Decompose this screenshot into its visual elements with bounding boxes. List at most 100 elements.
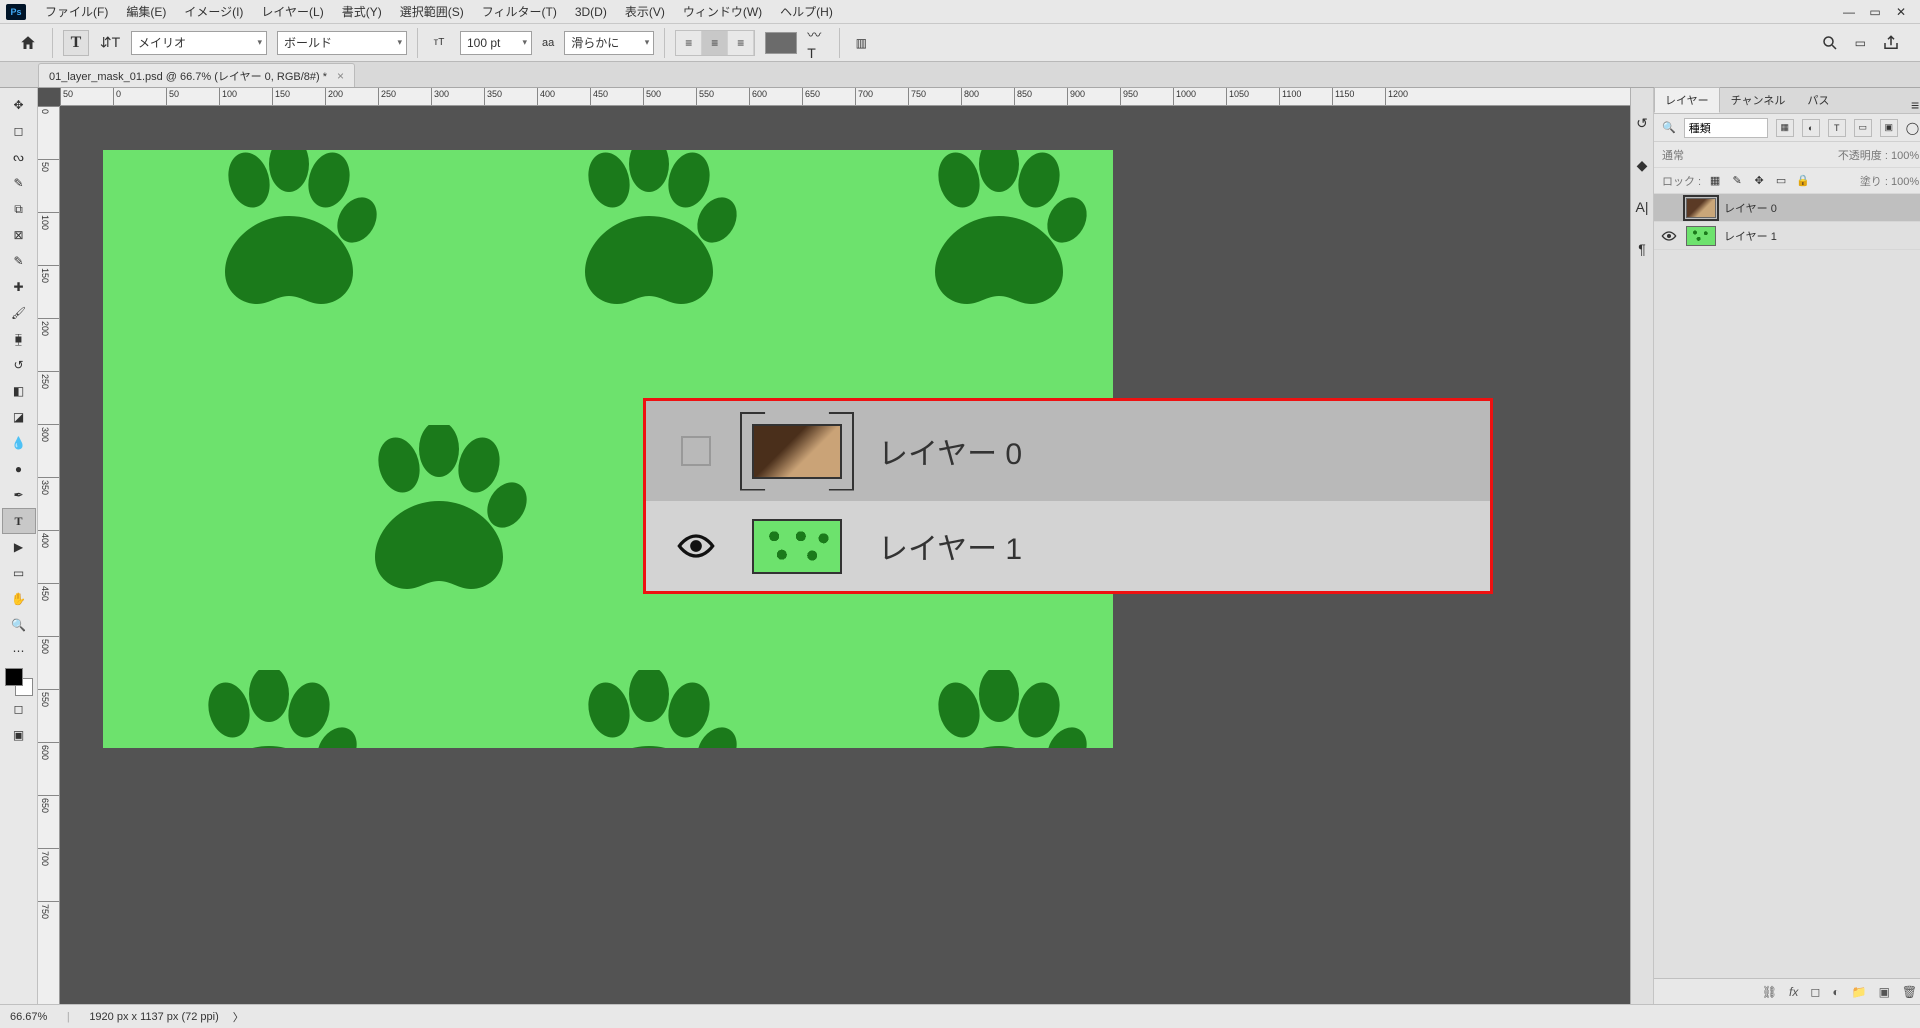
menu-filter[interactable]: フィルター(T) <box>473 3 566 20</box>
filter-toggle[interactable]: ◯ <box>1906 121 1919 135</box>
blend-mode-value[interactable]: 通常 <box>1662 147 1684 163</box>
link-layers-icon[interactable]: ⛓ <box>1762 985 1777 999</box>
healing-tool[interactable]: ✚ <box>2 274 36 300</box>
brush-tool[interactable]: 🖌 <box>2 300 36 326</box>
eyedropper-tool[interactable]: ✎ <box>2 248 36 274</box>
color-swatches[interactable] <box>5 668 33 696</box>
close-button[interactable]: ✕ <box>1888 2 1914 22</box>
layer-filter-input[interactable] <box>1684 118 1768 138</box>
dodge-tool[interactable]: ● <box>2 456 36 482</box>
opacity-value[interactable]: 100% <box>1891 150 1919 162</box>
path-select-tool[interactable]: ▶ <box>2 534 36 560</box>
lasso-tool[interactable]: ᔓ <box>2 144 36 170</box>
stamp-tool[interactable]: ⧯ <box>2 326 36 352</box>
text-color-swatch[interactable] <box>765 32 797 54</box>
layer-name[interactable]: レイヤー 1 <box>1724 228 1777 244</box>
history-brush-tool[interactable]: ↺ <box>2 352 36 378</box>
menu-edit[interactable]: 編集(E) <box>117 3 175 20</box>
tool-indicator[interactable]: T <box>63 30 89 56</box>
edit-toolbar-button[interactable]: ⋯ <box>2 638 36 664</box>
zoom-level[interactable]: 66.67% <box>10 1011 47 1023</box>
status-menu-chevron[interactable]: 〉 <box>233 1009 244 1025</box>
hand-tool[interactable]: ✋ <box>2 586 36 612</box>
layer-mask-icon[interactable]: ◻ <box>1810 985 1820 999</box>
move-tool[interactable]: ✥ <box>2 92 36 118</box>
adjustment-layer-icon[interactable]: ◐ <box>1832 985 1839 999</box>
panel-menu-icon[interactable]: ≡ <box>1903 97 1920 113</box>
lock-all-icon[interactable]: 🔒 <box>1795 174 1811 187</box>
filter-smart-icon[interactable]: ▣ <box>1880 119 1898 137</box>
layer-fx-icon[interactable]: fx <box>1789 985 1798 999</box>
new-layer-icon[interactable]: ▣ <box>1879 985 1890 999</box>
menu-file[interactable]: ファイル(F) <box>36 3 117 20</box>
history-icon[interactable]: ↺ <box>1631 112 1653 134</box>
layer-row[interactable]: レイヤー 0 <box>1654 194 1920 222</box>
align-center-button[interactable]: ≡ <box>702 31 728 55</box>
search-icon[interactable] <box>1821 34 1839 52</box>
antialias-dropdown[interactable]: 滑らかに <box>564 31 654 55</box>
filter-type-icon[interactable]: T <box>1828 119 1846 137</box>
frame-tool[interactable]: ⊠ <box>2 222 36 248</box>
frame-icon[interactable]: ▭ <box>1855 36 1866 50</box>
blur-tool[interactable]: 💧 <box>2 430 36 456</box>
maximize-button[interactable]: ▭ <box>1862 2 1888 22</box>
tab-paths[interactable]: パス <box>1796 87 1840 113</box>
quick-select-tool[interactable]: ✎ <box>2 170 36 196</box>
lock-transparency-icon[interactable]: ▦ <box>1707 174 1723 187</box>
menu-view[interactable]: 表示(V) <box>616 3 674 20</box>
new-group-icon[interactable]: 📁 <box>1852 985 1867 999</box>
menu-3d[interactable]: 3D(D) <box>566 5 616 19</box>
menu-window[interactable]: ウィンドウ(W) <box>674 3 771 20</box>
type-tool[interactable]: T <box>2 508 36 534</box>
gradient-tool[interactable]: ◪ <box>2 404 36 430</box>
layer-thumbnail[interactable] <box>1686 226 1716 246</box>
font-weight-dropdown[interactable]: ボールド <box>277 31 407 55</box>
menu-type[interactable]: 書式(Y) <box>333 3 391 20</box>
paragraph-icon[interactable]: ¶ <box>1631 238 1653 260</box>
font-family-dropdown[interactable]: メイリオ <box>131 31 267 55</box>
close-tab-icon[interactable]: × <box>337 69 344 83</box>
layer-thumbnail[interactable] <box>1686 198 1716 218</box>
foreground-color[interactable] <box>5 668 23 686</box>
screenmode-button[interactable]: ▣ <box>2 722 36 748</box>
properties-icon[interactable]: ◆ <box>1631 154 1653 176</box>
shape-tool[interactable]: ▭ <box>2 560 36 586</box>
tab-layers[interactable]: レイヤー <box>1654 87 1720 113</box>
zoom-tool[interactable]: 🔍 <box>2 612 36 638</box>
filter-adjust-icon[interactable]: ◐ <box>1802 119 1820 137</box>
menu-help[interactable]: ヘルプ(H) <box>771 3 842 20</box>
filter-shape-icon[interactable]: ▭ <box>1854 119 1872 137</box>
layer-row[interactable]: レイヤー 1 <box>1654 222 1920 250</box>
layer-name[interactable]: レイヤー 0 <box>1724 200 1777 216</box>
menu-layer[interactable]: レイヤー(L) <box>252 3 332 20</box>
annotation-thumbnail <box>752 424 842 479</box>
lock-paint-icon[interactable]: ✎ <box>1729 174 1745 187</box>
align-left-button[interactable]: ≡ <box>676 31 702 55</box>
layers-panel-footer: ⛓ fx ◻ ◐ 📁 ▣ 🗑 <box>1654 978 1920 1004</box>
share-icon[interactable] <box>1882 34 1900 52</box>
visibility-toggle[interactable] <box>1660 230 1678 242</box>
menu-image[interactable]: イメージ(I) <box>175 3 252 20</box>
minimize-button[interactable]: — <box>1836 2 1862 22</box>
warp-text-button[interactable]: 〰T <box>807 32 829 54</box>
lock-position-icon[interactable]: ✥ <box>1751 174 1767 187</box>
menu-select[interactable]: 選択範囲(S) <box>391 3 473 20</box>
fill-value[interactable]: 100% <box>1891 176 1919 188</box>
quickmask-button[interactable]: ◻ <box>2 696 36 722</box>
tab-channels[interactable]: チャンネル <box>1720 87 1797 113</box>
marquee-tool[interactable]: ◻ <box>2 118 36 144</box>
paw-graphic <box>343 425 543 625</box>
character-panel-button[interactable]: ▥ <box>850 32 872 54</box>
eraser-tool[interactable]: ◧ <box>2 378 36 404</box>
filter-pixel-icon[interactable]: ▦ <box>1776 119 1794 137</box>
font-size-dropdown[interactable]: 100 pt <box>460 31 532 55</box>
character-icon[interactable]: A| <box>1631 196 1653 218</box>
align-right-button[interactable]: ≡ <box>728 31 754 55</box>
home-button[interactable] <box>14 30 42 56</box>
document-tab[interactable]: 01_layer_mask_01.psd @ 66.7% (レイヤー 0, RG… <box>38 63 355 87</box>
delete-layer-icon[interactable]: 🗑 <box>1902 985 1917 999</box>
pen-tool[interactable]: ✒ <box>2 482 36 508</box>
crop-tool[interactable]: ⧉ <box>2 196 36 222</box>
text-orientation-button[interactable]: ⇵T <box>99 32 121 54</box>
lock-artboard-icon[interactable]: ▭ <box>1773 174 1789 187</box>
